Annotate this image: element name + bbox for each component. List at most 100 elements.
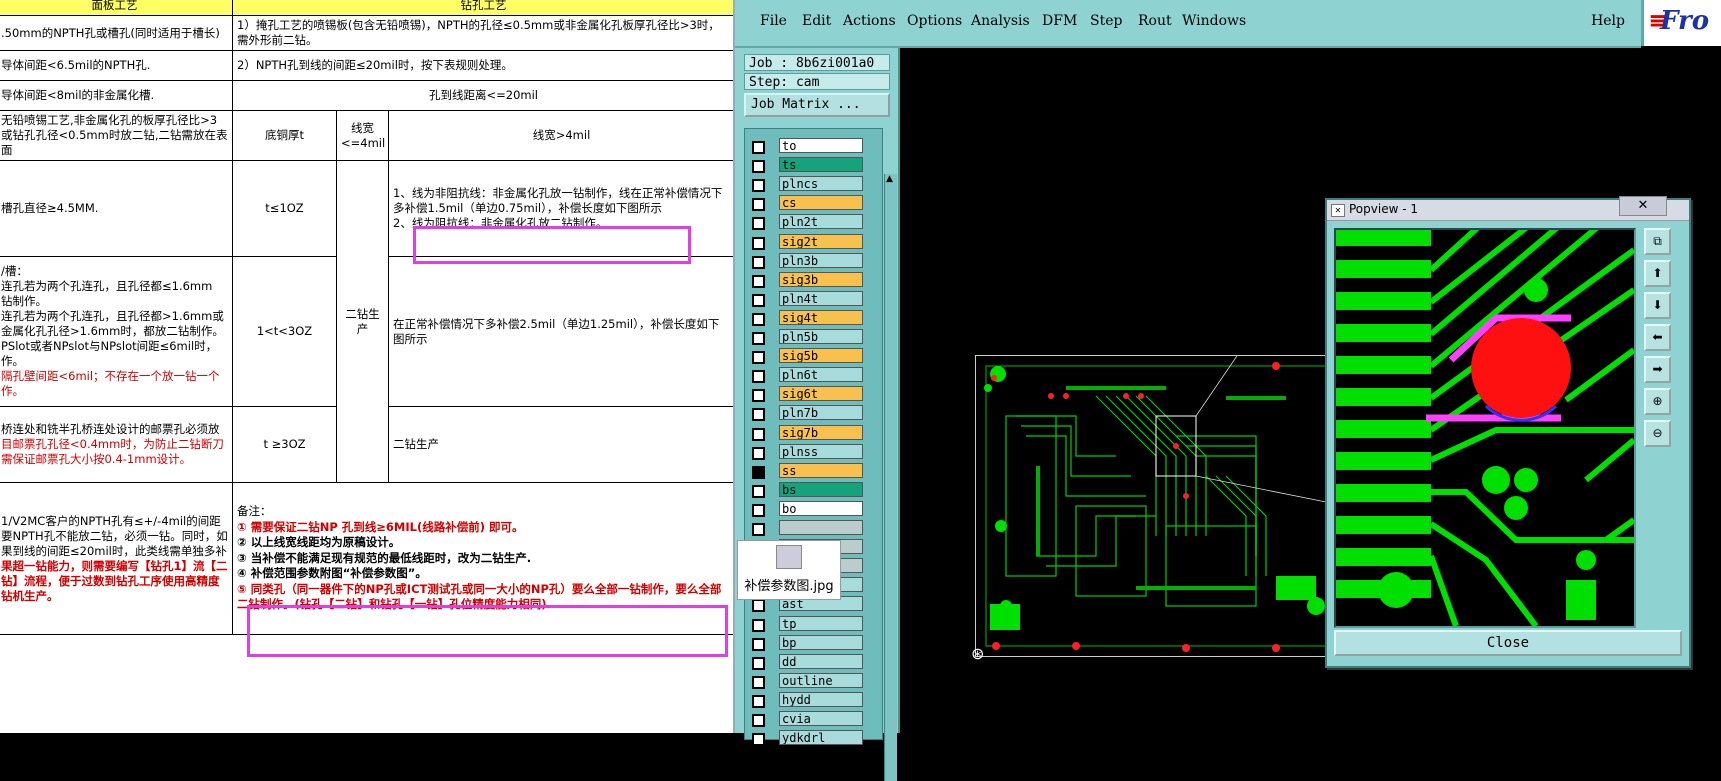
layer-row[interactable]: plnss bbox=[745, 443, 882, 463]
layer-checkbox[interactable] bbox=[752, 484, 765, 498]
layer-checkbox[interactable] bbox=[752, 255, 765, 269]
layer-name[interactable]: bo bbox=[779, 500, 863, 516]
layer-row[interactable]: hydd bbox=[745, 691, 882, 711]
layer-name[interactable]: pln7b bbox=[779, 405, 863, 421]
pan-left-icon[interactable]: ⬅ bbox=[1644, 324, 1671, 351]
layer-row[interactable]: pln4t bbox=[745, 290, 882, 310]
layer-name[interactable]: pln2t bbox=[779, 214, 863, 230]
layer-name[interactable]: tp bbox=[779, 615, 863, 631]
board-overview[interactable] bbox=[975, 195, 1347, 657]
layer-checkbox[interactable] bbox=[752, 179, 765, 193]
layer-checkbox[interactable] bbox=[752, 217, 765, 231]
layer-checkbox[interactable] bbox=[752, 312, 765, 326]
layer-name[interactable]: sig2t bbox=[779, 233, 863, 249]
layer-row[interactable]: cvia bbox=[745, 710, 882, 730]
layer-checkbox[interactable] bbox=[752, 160, 765, 174]
layer-checkbox[interactable] bbox=[752, 465, 765, 479]
layer-name[interactable]: pln3b bbox=[779, 252, 863, 268]
layer-row[interactable]: pln6t bbox=[745, 366, 882, 386]
layer-name[interactable]: to bbox=[779, 138, 863, 153]
layer-checkbox[interactable] bbox=[752, 332, 765, 345]
layer-checkbox[interactable] bbox=[752, 599, 765, 613]
layer-checkbox[interactable] bbox=[752, 714, 765, 727]
layer-row[interactable] bbox=[745, 519, 882, 539]
layer-name[interactable]: pln4t bbox=[779, 290, 863, 306]
layer-name[interactable]: hydd bbox=[779, 691, 863, 707]
zoom-in-icon[interactable]: ⊕ bbox=[1644, 388, 1671, 415]
layer-checkbox[interactable] bbox=[752, 293, 765, 307]
desktop-file-icon[interactable]: 补偿参数图.jpg bbox=[737, 540, 841, 600]
close-icon[interactable]: ✕ bbox=[1619, 196, 1667, 216]
layer-row[interactable]: sig4t bbox=[745, 309, 882, 329]
layer-name[interactable]: bp bbox=[779, 634, 863, 650]
layer-scrollbar[interactable]: ▲ bbox=[884, 174, 897, 781]
layer-checkbox[interactable] bbox=[752, 446, 765, 460]
layer-row[interactable]: bs bbox=[745, 481, 882, 501]
layer-row[interactable]: bo bbox=[745, 500, 882, 520]
layer-name[interactable]: ts bbox=[779, 157, 863, 173]
menu-rout[interactable]: Rout bbox=[1138, 13, 1172, 29]
layer-row[interactable]: dd bbox=[745, 653, 882, 673]
layer-row[interactable]: pln3b bbox=[745, 252, 882, 272]
zoom-fit-icon[interactable]: ⧉ bbox=[1644, 228, 1671, 255]
job-matrix-button[interactable]: Job Matrix ... bbox=[744, 93, 890, 117]
layer-name[interactable]: sig4t bbox=[779, 309, 863, 325]
layer-name[interactable]: sig6t bbox=[779, 386, 863, 402]
layer-checkbox[interactable] bbox=[752, 389, 765, 403]
layer-name[interactable]: bs bbox=[779, 481, 863, 497]
layer-name[interactable]: plnss bbox=[779, 443, 863, 459]
layer-row[interactable]: ss bbox=[745, 462, 882, 482]
layer-name[interactable]: sig5b bbox=[779, 348, 863, 364]
layer-row[interactable]: sig7b bbox=[745, 424, 882, 444]
layer-row[interactable]: sig5b bbox=[745, 347, 882, 367]
layer-checkbox[interactable] bbox=[752, 236, 765, 250]
layer-row[interactable]: to bbox=[745, 137, 882, 157]
menu-actions[interactable]: Actions bbox=[843, 13, 896, 29]
layer-name[interactable] bbox=[779, 520, 863, 535]
layer-checkbox[interactable] bbox=[752, 656, 765, 670]
layer-row[interactable]: ts bbox=[745, 156, 882, 176]
layer-checkbox[interactable] bbox=[752, 675, 765, 689]
close-button[interactable]: Close bbox=[1334, 630, 1682, 656]
layer-name[interactable]: outline bbox=[779, 672, 863, 688]
menu-analysis[interactable]: Analysis bbox=[971, 13, 1030, 29]
layer-name[interactable]: cs bbox=[779, 195, 863, 211]
layer-row[interactable]: sig6t bbox=[745, 385, 882, 405]
pan-right-icon[interactable]: ➡ bbox=[1644, 356, 1671, 383]
pan-down-icon[interactable]: ⬇ bbox=[1644, 292, 1671, 319]
layer-checkbox[interactable] bbox=[752, 274, 765, 288]
layer-checkbox[interactable] bbox=[752, 351, 765, 365]
pan-up-icon[interactable]: ⬆ bbox=[1644, 260, 1671, 287]
layer-checkbox[interactable] bbox=[752, 618, 765, 632]
popview-canvas[interactable] bbox=[1334, 228, 1636, 628]
layer-checkbox[interactable] bbox=[752, 141, 765, 154]
layer-name[interactable]: sig3b bbox=[779, 271, 863, 287]
layer-row[interactable]: cs bbox=[745, 194, 882, 214]
menu-options[interactable]: Options bbox=[907, 13, 962, 29]
layer-checkbox[interactable] bbox=[752, 637, 765, 651]
layer-row[interactable]: sig2t bbox=[745, 233, 882, 253]
layer-checkbox[interactable] bbox=[752, 198, 765, 212]
scroll-up-icon[interactable]: ▲ bbox=[886, 174, 893, 184]
layer-checkbox[interactable] bbox=[752, 694, 765, 708]
layer-checkbox[interactable] bbox=[752, 408, 765, 422]
zoom-out-icon[interactable]: ⊖ bbox=[1644, 420, 1671, 447]
menu-dfm[interactable]: DFM bbox=[1042, 13, 1077, 29]
layer-name[interactable]: pln5b bbox=[779, 329, 863, 344]
menu-windows[interactable]: Windows bbox=[1182, 13, 1246, 29]
layer-checkbox[interactable] bbox=[752, 503, 765, 517]
layer-row[interactable]: tp bbox=[745, 615, 882, 635]
layer-row[interactable]: plncs bbox=[745, 175, 882, 195]
layer-name[interactable]: ss bbox=[779, 462, 863, 478]
layer-checkbox[interactable] bbox=[752, 733, 765, 747]
layer-row[interactable]: outline bbox=[745, 672, 882, 692]
layer-row[interactable]: pln2t bbox=[745, 213, 882, 233]
layer-row[interactable]: bp bbox=[745, 634, 882, 654]
layer-checkbox[interactable] bbox=[752, 523, 765, 536]
layer-name[interactable]: pln6t bbox=[779, 367, 863, 383]
layer-row[interactable]: sig3b bbox=[745, 271, 882, 291]
layer-row[interactable]: ydkdrl bbox=[745, 729, 882, 749]
menu-edit[interactable]: Edit bbox=[802, 13, 831, 29]
layer-name[interactable]: cvia bbox=[779, 711, 863, 726]
layer-name[interactable]: sig7b bbox=[779, 424, 863, 440]
